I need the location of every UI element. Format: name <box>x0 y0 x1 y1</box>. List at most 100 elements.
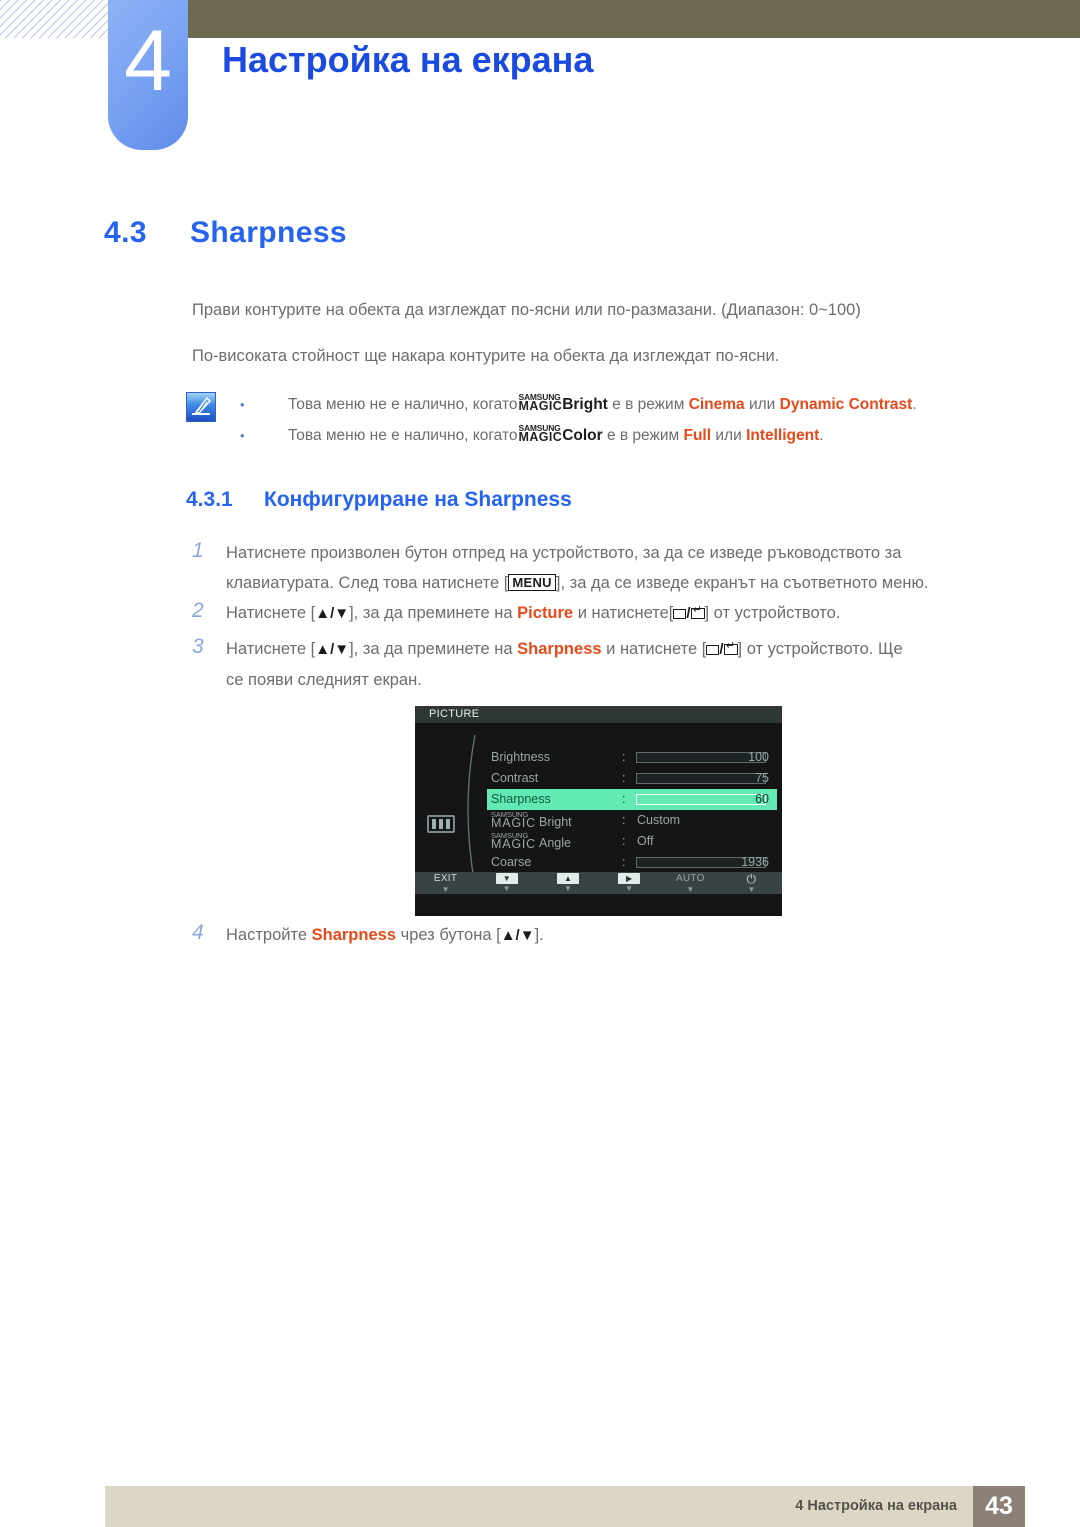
osd-colon: : <box>622 834 626 848</box>
note-2-conj: или <box>715 427 742 444</box>
osd-value: 60 <box>755 792 769 806</box>
note-2-mode-1: Full <box>683 427 712 444</box>
subsection-number: 4.3.1 <box>186 488 233 511</box>
note-2-suffix: . <box>819 427 824 444</box>
footer-bar: 4 Настройка на екрана 43 <box>105 1486 1025 1527</box>
magic-label: MAGIC <box>491 837 536 851</box>
step-text: Натиснете [▲/▼], за да преминете на Shar… <box>226 634 1002 695</box>
step-text: Натиснете [▲/▼], за да преминете на Pict… <box>226 598 1002 629</box>
section-number: 4.3 <box>104 216 147 249</box>
magic-label: MAGIC <box>518 430 563 444</box>
step-1-text-a: Натиснете произволен бутон отпред на уст… <box>226 544 902 562</box>
step-3-text-e: се появи следният екран. <box>226 671 422 689</box>
osd-enter-button[interactable]: ▶ ▼ <box>599 872 660 894</box>
note-2-mode-2: Intelligent <box>746 427 820 444</box>
step-3-text-b: ], за да преминете на <box>349 640 513 658</box>
note-2-middle: е в режим <box>606 427 680 444</box>
power-icon: ⏻ <box>746 872 757 886</box>
samsung-magic-logo: SAMSUNG MAGIC <box>518 424 563 444</box>
step-item: 1 Натиснете произволен бутон отпред на у… <box>192 538 1002 598</box>
note-2-prefix: Това меню не е налично, когато <box>288 427 518 444</box>
osd-label: SAMSUNG MAGIC Angle <box>491 831 571 854</box>
step-text: Натиснете произволен бутон отпред на уст… <box>226 538 1002 598</box>
source-key-icon <box>706 645 720 655</box>
step-item: 3 Натиснете [▲/▼], за да преминете на Sh… <box>192 634 1002 695</box>
osd-body: Brightness : 100 Contrast : 75 Sharpness… <box>415 723 782 894</box>
chapter-title: Настройка на екрана <box>222 39 594 80</box>
subsection-title-text: Конфигуриране на Sharpness <box>264 488 572 511</box>
osd-down-button[interactable]: ▼ ▼ <box>476 872 537 894</box>
step-3-text-c: и натиснете [ <box>606 640 707 658</box>
step-1-text-c: ], за да се изведе екранът на съответнот… <box>555 574 929 592</box>
osd-title: PICTURE <box>415 706 782 723</box>
step-4-text-b: чрез бутона [ <box>400 926 501 944</box>
note-item-1: Това меню не е налично, когатоSAMSUNGMAG… <box>240 393 917 416</box>
samsung-magic-logo: SAMSUNG MAGIC <box>491 810 536 830</box>
bullet-icon <box>240 425 288 447</box>
description-line-1: Прави контурите на обекта да изглеждат п… <box>192 301 861 319</box>
step-item: 4 Настройте Sharpness чрез бутона [▲/▼]. <box>192 920 1002 951</box>
note-2-feature: Color <box>562 427 603 444</box>
chevron-down-icon: ▼ <box>747 885 756 894</box>
osd-button-bar: EXIT ▼ ▼ ▼ ▲ ▼ ▶ ▼ AUTO ▼ ⏻ ▼ <box>415 872 782 894</box>
osd-button-label: ▶ <box>618 873 641 884</box>
step-item: 2 Натиснете [▲/▼], за да преминете на Pi… <box>192 598 1002 629</box>
note-pencil-icon <box>186 392 216 422</box>
menu-key-badge: MENU <box>508 574 556 591</box>
osd-button-label: EXIT <box>433 873 458 884</box>
step-number: 2 <box>192 599 204 622</box>
step-3-text-a: Натиснете [ <box>226 640 316 658</box>
osd-row-contrast[interactable]: Contrast : 75 <box>487 768 777 789</box>
osd-value: 75 <box>755 771 769 785</box>
step-2-text-b: ], за да преминете на <box>349 604 513 622</box>
step-1-text-b: клавиатурата. След това натиснете [ <box>226 574 509 592</box>
osd-row-magic-angle[interactable]: SAMSUNG MAGIC Angle : Off <box>487 831 777 852</box>
osd-auto-button[interactable]: AUTO ▼ <box>660 872 721 894</box>
picture-bars-icon <box>427 815 455 833</box>
osd-label: Contrast <box>491 771 539 785</box>
osd-power-button[interactable]: ⏻ ▼ <box>721 872 782 894</box>
osd-value: 100 <box>748 750 769 764</box>
chevron-down-icon: ▼ <box>625 884 634 893</box>
footer-chapter-label: 4 Настройка на екрана <box>795 1498 957 1514</box>
osd-row-magic-bright[interactable]: SAMSUNG MAGIC Bright : Custom <box>487 810 777 831</box>
note-1-conj: или <box>748 396 776 413</box>
step-3-keyword: Sharpness <box>517 640 602 658</box>
note-item-2: Това меню не е налично, когатоSAMSUNGMAG… <box>240 424 824 447</box>
step-4-text-c: ]. <box>534 926 544 944</box>
updown-arrow-icon: ▲/▼ <box>315 641 350 658</box>
enter-key-icon <box>690 605 705 619</box>
description-line-2: По-високата стойност ще накара контурите… <box>192 347 780 365</box>
osd-row-brightness[interactable]: Brightness : 100 <box>487 747 777 768</box>
updown-arrow-icon: ▲/▼ <box>500 927 535 944</box>
step-2-text-d: ] от устройството. <box>704 604 841 622</box>
chevron-down-icon: ▼ <box>441 885 450 894</box>
osd-colon: : <box>622 750 626 764</box>
chapter-number: 4 <box>124 13 172 109</box>
osd-value: Custom <box>637 813 681 827</box>
source-key-icon <box>673 609 687 619</box>
corner-hatch-decoration <box>0 0 108 38</box>
osd-up-button[interactable]: ▲ ▼ <box>537 872 598 894</box>
updown-arrow-icon: ▲/▼ <box>315 605 350 622</box>
page-number: 43 <box>973 1486 1025 1527</box>
note-1-middle: е в режим <box>612 396 685 413</box>
header-bar <box>180 0 1080 38</box>
step-4-text-a: Настройте <box>226 926 308 944</box>
step-2-text-c: и натиснете[ <box>577 604 674 622</box>
step-number: 1 <box>192 539 204 562</box>
magic-label: MAGIC <box>518 399 563 413</box>
osd-label: Coarse <box>491 855 532 869</box>
magic-label: MAGIC <box>491 816 536 830</box>
osd-colon: : <box>622 771 626 785</box>
osd-row-sharpness[interactable]: Sharpness : 60 <box>487 789 777 810</box>
note-1-feature: Bright <box>562 396 608 413</box>
bullet-icon <box>240 394 288 416</box>
step-text: Настройте Sharpness чрез бутона [▲/▼]. <box>226 920 1002 951</box>
note-1-mode-1: Cinema <box>688 396 745 413</box>
osd-label: Brightness <box>491 750 551 764</box>
osd-exit-button[interactable]: EXIT ▼ <box>415 872 476 894</box>
chevron-down-icon: ▼ <box>686 885 695 894</box>
osd-row-coarse[interactable]: Coarse : 1936 <box>487 852 777 873</box>
step-2-text-a: Натиснете [ <box>226 604 316 622</box>
